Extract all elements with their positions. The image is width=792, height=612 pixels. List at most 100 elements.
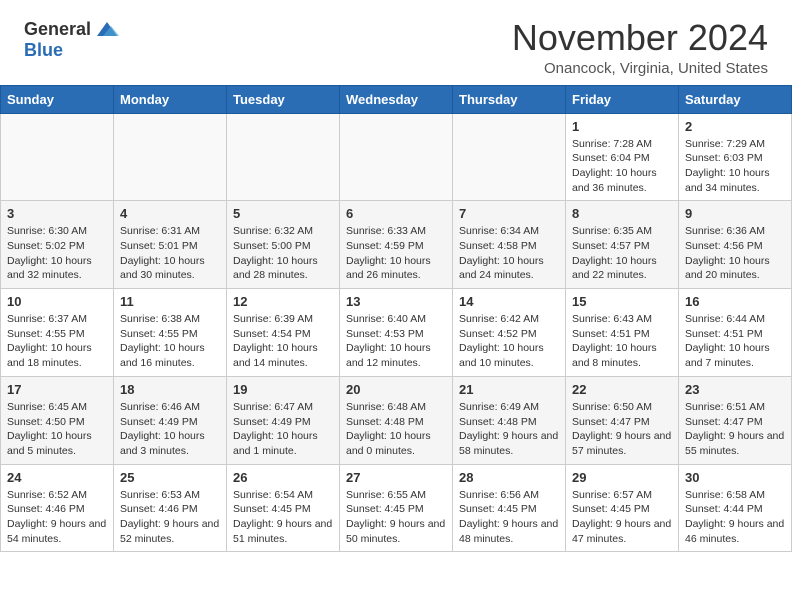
calendar-cell: 5 Sunrise: 6:32 AM Sunset: 5:00 PM Daylig… — [227, 201, 340, 289]
page-header: General Blue November 2024 Onancock, Vir… — [0, 0, 792, 85]
day-number: 9 — [685, 206, 785, 221]
day-info: Sunrise: 6:46 AM Sunset: 4:49 PM Dayligh… — [120, 400, 220, 459]
calendar-week-0: 1 Sunrise: 7:28 AM Sunset: 6:04 PM Daylig… — [1, 113, 792, 201]
logo-general-text: General — [24, 19, 91, 40]
day-number: 29 — [572, 470, 672, 485]
day-number: 23 — [685, 382, 785, 397]
day-number: 6 — [346, 206, 446, 221]
day-header-monday: Monday — [114, 85, 227, 113]
calendar-cell — [1, 113, 114, 201]
day-number: 15 — [572, 294, 672, 309]
day-info: Sunrise: 6:45 AM Sunset: 4:50 PM Dayligh… — [7, 400, 107, 459]
day-header-tuesday: Tuesday — [227, 85, 340, 113]
calendar-cell: 19Sunrise: 6:47 AM Sunset: 4:49 PM Dayli… — [227, 376, 340, 464]
day-number: 30 — [685, 470, 785, 485]
day-info: Sunrise: 6:40 AM Sunset: 4:53 PM Dayligh… — [346, 312, 446, 371]
day-info: Sunrise: 6:56 AM Sunset: 4:45 PM Dayligh… — [459, 488, 559, 547]
day-number: 4 — [120, 206, 220, 221]
calendar-cell: 15 Sunrise: 6:43 AM Sunset: 4:51 PM Dayli… — [566, 289, 679, 377]
calendar-cell: 9 Sunrise: 6:36 AM Sunset: 4:56 PM Daylig… — [679, 201, 792, 289]
day-info: Sunrise: 6:55 AM Sunset: 4:45 PM Dayligh… — [346, 488, 446, 547]
day-number: 22 — [572, 382, 672, 397]
day-header-sunday: Sunday — [1, 85, 114, 113]
calendar-week-1: 3Sunrise: 6:30 AM Sunset: 5:02 PM Daylig… — [1, 201, 792, 289]
day-number: 8 — [572, 206, 672, 221]
calendar-cell: 10 Sunrise: 6:37 AM Sunset: 4:55 PM Dayli… — [1, 289, 114, 377]
calendar-cell — [114, 113, 227, 201]
day-info: Sunrise: 6:53 AM Sunset: 4:46 PM Dayligh… — [120, 488, 220, 547]
day-info: Sunrise: 6:38 AM Sunset: 4:55 PM Dayligh… — [120, 312, 220, 371]
day-info: Sunrise: 6:42 AM Sunset: 4:52 PM Dayligh… — [459, 312, 559, 371]
day-number: 1 — [572, 119, 672, 134]
day-number: 17 — [7, 382, 107, 397]
calendar-cell: 22 Sunrise: 6:50 AM Sunset: 4:47 PM Dayli… — [566, 376, 679, 464]
day-info: Sunrise: 6:43 AM Sunset: 4:51 PM Dayligh… — [572, 312, 672, 371]
day-number: 28 — [459, 470, 559, 485]
day-info: Sunrise: 6:58 AM Sunset: 4:44 PM Dayligh… — [685, 488, 785, 547]
calendar-cell: 25 Sunrise: 6:53 AM Sunset: 4:46 PM Dayli… — [114, 464, 227, 552]
day-number: 12 — [233, 294, 333, 309]
day-info: Sunrise: 6:50 AM Sunset: 4:47 PM Dayligh… — [572, 400, 672, 459]
calendar-cell: 6Sunrise: 6:33 AM Sunset: 4:59 PM Daylig… — [340, 201, 453, 289]
calendar-week-2: 10 Sunrise: 6:37 AM Sunset: 4:55 PM Dayli… — [1, 289, 792, 377]
calendar-cell: 1 Sunrise: 7:28 AM Sunset: 6:04 PM Daylig… — [566, 113, 679, 201]
day-info: Sunrise: 6:32 AM Sunset: 5:00 PM Dayligh… — [233, 224, 333, 283]
day-number: 25 — [120, 470, 220, 485]
calendar-cell: 21Sunrise: 6:49 AM Sunset: 4:48 PM Dayli… — [453, 376, 566, 464]
calendar-cell: 17 Sunrise: 6:45 AM Sunset: 4:50 PM Dayli… — [1, 376, 114, 464]
day-number: 5 — [233, 206, 333, 221]
day-info: Sunrise: 6:37 AM Sunset: 4:55 PM Dayligh… — [7, 312, 107, 371]
day-number: 11 — [120, 294, 220, 309]
calendar-cell — [453, 113, 566, 201]
day-number: 2 — [685, 119, 785, 134]
day-number: 13 — [346, 294, 446, 309]
calendar-cell: 13 Sunrise: 6:40 AM Sunset: 4:53 PM Dayli… — [340, 289, 453, 377]
calendar-cell: 7 Sunrise: 6:34 AM Sunset: 4:58 PM Daylig… — [453, 201, 566, 289]
day-info: Sunrise: 6:52 AM Sunset: 4:46 PM Dayligh… — [7, 488, 107, 547]
day-info: Sunrise: 6:30 AM Sunset: 5:02 PM Dayligh… — [7, 224, 107, 283]
calendar-cell: 12 Sunrise: 6:39 AM Sunset: 4:54 PM Dayli… — [227, 289, 340, 377]
logo-blue-text: Blue — [24, 40, 63, 60]
day-number: 19 — [233, 382, 333, 397]
month-title: November 2024 — [512, 18, 768, 58]
calendar-cell: 28 Sunrise: 6:56 AM Sunset: 4:45 PM Dayli… — [453, 464, 566, 552]
calendar-cell: 23Sunrise: 6:51 AM Sunset: 4:47 PM Dayli… — [679, 376, 792, 464]
day-info: Sunrise: 6:48 AM Sunset: 4:48 PM Dayligh… — [346, 400, 446, 459]
day-header-saturday: Saturday — [679, 85, 792, 113]
day-info: Sunrise: 6:34 AM Sunset: 4:58 PM Dayligh… — [459, 224, 559, 283]
calendar-cell — [340, 113, 453, 201]
calendar-cell: 14 Sunrise: 6:42 AM Sunset: 4:52 PM Dayli… — [453, 289, 566, 377]
day-info: Sunrise: 6:31 AM Sunset: 5:01 PM Dayligh… — [120, 224, 220, 283]
calendar-week-3: 17 Sunrise: 6:45 AM Sunset: 4:50 PM Dayli… — [1, 376, 792, 464]
day-info: Sunrise: 6:57 AM Sunset: 4:45 PM Dayligh… — [572, 488, 672, 547]
calendar-cell: 11 Sunrise: 6:38 AM Sunset: 4:55 PM Dayli… — [114, 289, 227, 377]
calendar-cell: 3Sunrise: 6:30 AM Sunset: 5:02 PM Daylig… — [1, 201, 114, 289]
calendar-cell: 18 Sunrise: 6:46 AM Sunset: 4:49 PM Dayli… — [114, 376, 227, 464]
day-number: 10 — [7, 294, 107, 309]
calendar-cell: 29 Sunrise: 6:57 AM Sunset: 4:45 PM Dayli… — [566, 464, 679, 552]
day-header-thursday: Thursday — [453, 85, 566, 113]
day-info: Sunrise: 6:36 AM Sunset: 4:56 PM Dayligh… — [685, 224, 785, 283]
calendar-cell: 24 Sunrise: 6:52 AM Sunset: 4:46 PM Dayli… — [1, 464, 114, 552]
calendar-cell: 4 Sunrise: 6:31 AM Sunset: 5:01 PM Daylig… — [114, 201, 227, 289]
calendar-cell — [227, 113, 340, 201]
day-info: Sunrise: 6:44 AM Sunset: 4:51 PM Dayligh… — [685, 312, 785, 371]
day-info: Sunrise: 6:39 AM Sunset: 4:54 PM Dayligh… — [233, 312, 333, 371]
day-info: Sunrise: 7:28 AM Sunset: 6:04 PM Dayligh… — [572, 137, 672, 196]
logo: General Blue — [24, 18, 121, 61]
day-number: 7 — [459, 206, 559, 221]
day-number: 21 — [459, 382, 559, 397]
title-area: November 2024 Onancock, Virginia, United… — [512, 18, 768, 77]
day-number: 18 — [120, 382, 220, 397]
logo-icon — [93, 18, 121, 40]
calendar-cell: 20Sunrise: 6:48 AM Sunset: 4:48 PM Dayli… — [340, 376, 453, 464]
day-number: 14 — [459, 294, 559, 309]
calendar-table: SundayMondayTuesdayWednesdayThursdayFrid… — [0, 85, 792, 553]
calendar-cell: 30 Sunrise: 6:58 AM Sunset: 4:44 PM Dayli… — [679, 464, 792, 552]
day-number: 24 — [7, 470, 107, 485]
calendar-cell: 8 Sunrise: 6:35 AM Sunset: 4:57 PM Daylig… — [566, 201, 679, 289]
day-info: Sunrise: 6:35 AM Sunset: 4:57 PM Dayligh… — [572, 224, 672, 283]
day-info: Sunrise: 7:29 AM Sunset: 6:03 PM Dayligh… — [685, 137, 785, 196]
calendar-cell: 27Sunrise: 6:55 AM Sunset: 4:45 PM Dayli… — [340, 464, 453, 552]
calendar-cell: 16Sunrise: 6:44 AM Sunset: 4:51 PM Dayli… — [679, 289, 792, 377]
